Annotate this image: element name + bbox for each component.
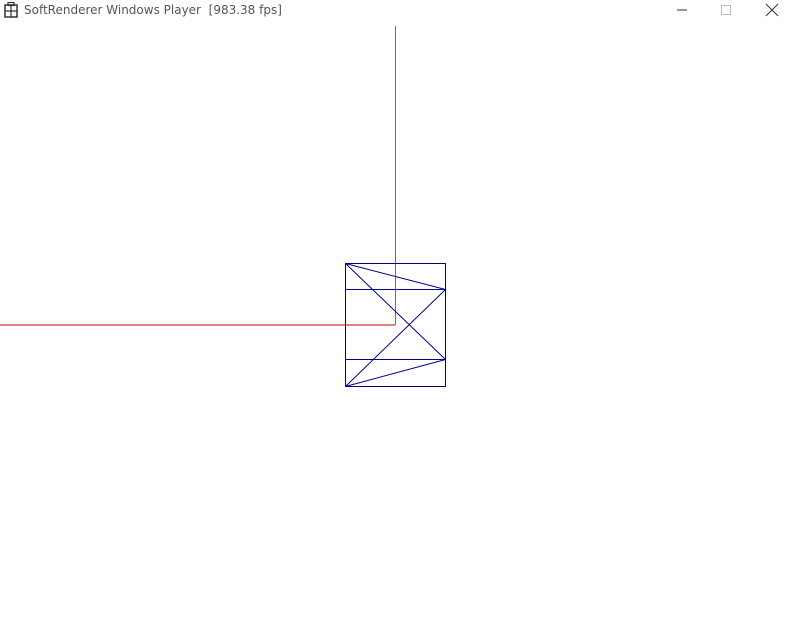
render-viewport[interactable] xyxy=(0,20,794,621)
minimize-button[interactable] xyxy=(660,0,704,20)
window-title: SoftRenderer Windows Player [983.38 fps] xyxy=(24,2,282,18)
title-bar[interactable]: SoftRenderer Windows Player [983.38 fps] xyxy=(0,0,794,20)
app-window: SoftRenderer Windows Player [983.38 fps] xyxy=(0,0,794,621)
close-icon xyxy=(765,3,779,17)
minimize-icon xyxy=(677,9,687,11)
mesh-diagonal-bottom-a xyxy=(345,359,446,387)
window-title-name: SoftRenderer Windows Player xyxy=(24,3,201,17)
maximize-icon xyxy=(721,5,731,15)
close-button[interactable] xyxy=(750,0,794,20)
building-icon[interactable] xyxy=(4,1,18,18)
fps-counter: [983.38 fps] xyxy=(208,3,282,17)
maximize-button[interactable] xyxy=(704,0,748,20)
